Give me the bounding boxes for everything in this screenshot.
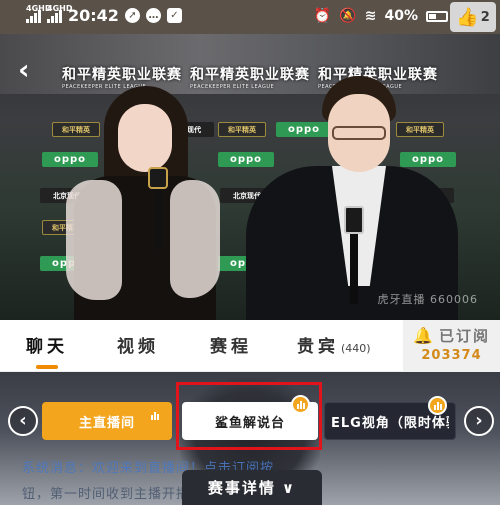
tab-vip-label: 贵宾 [297,337,339,357]
status-bar: 4GHD 4GHD 20:42 ➚ … ✓ ⏰ 🔕 ≋ 40% 👍 2 [0,0,500,34]
host-female-sleeve [170,180,220,298]
alarm-icon: ⏰ [313,8,332,24]
audio-level-icon [428,396,447,415]
signal-icon-2: 4GHD [47,4,72,23]
signal-icon-1: 4GHD [26,4,51,23]
mute-icon: 🔕 [339,8,357,24]
mail-icon: ✓ [166,8,182,23]
channel-label: ELG视角（限时体验） [331,415,449,431]
like-count: 2 [480,9,490,25]
microphone-icon [344,206,364,234]
channel-label: 主直播间 [78,415,135,431]
audio-level-icon [145,404,164,423]
subscribe-button[interactable]: 🔔 已订阅 203374 [403,320,500,372]
tab-video[interactable]: 视频 [117,332,159,357]
video-player[interactable]: 和平精英职业联赛 PEACEKEEPER ELITE LEAGUE 和平精英职业联… [0,34,500,320]
wifi-icon: ≋ [364,8,377,24]
vip-count: (440) [341,342,371,355]
chevron-left-icon[interactable]: ‹ [8,406,38,436]
channel-elg-view[interactable]: ELG视角（限时体验） [324,396,456,440]
sponsor-logo: oppo [42,152,98,167]
chevron-right-icon[interactable]: › [464,406,494,436]
subscribe-label: 已订阅 [438,327,490,345]
network-type-2: 4GHD [47,3,73,13]
sponsor-logo: 和平精英 [218,122,266,137]
tab-bar: 聊天 视频 赛程 贵宾 (440) 🔔 已订阅 203374 [0,320,500,372]
match-details-tab[interactable]: 赛事详情 ∨ [182,470,322,505]
tab-active-indicator [36,365,58,369]
host-female-sleeve [66,180,122,300]
sponsor-logo: 和平精英 [396,122,444,137]
microphone-handle [350,234,358,304]
microphone-icon [148,167,168,189]
host-female-face [118,104,172,172]
sponsor-logo: oppo [400,152,456,167]
subscriber-count: 203374 [421,348,482,363]
tab-chat[interactable]: 聊天 [26,332,68,357]
microphone-handle [154,189,162,249]
message-icon: … [145,8,161,23]
clock: 20:42 [68,6,119,25]
bell-icon: 🔔 [413,326,435,345]
chevron-down-icon: ∨ [281,478,297,497]
thumbs-up-icon: 👍 [456,6,479,28]
selection-highlight [176,382,322,450]
battery-icon [426,10,448,22]
sponsor-logo: oppo [276,122,332,137]
battery-percent: 40% [384,8,418,24]
like-badge[interactable]: 👍 2 [450,2,496,32]
channel-main-room[interactable]: 主直播间 [42,402,172,440]
back-arrow-icon[interactable]: ‹ [18,56,30,84]
compass-icon: ➚ [124,8,140,23]
match-details-label: 赛事详情 [207,479,276,497]
tab-schedule[interactable]: 赛程 [210,332,252,357]
sponsor-logo: oppo [218,152,274,167]
league-banner-left: 和平精英职业联赛 PEACEKEEPER ELITE LEAGUE [62,67,182,90]
tab-vip[interactable]: 贵宾 (440) [297,332,371,357]
sponsor-logo: 和平精英 [52,122,100,137]
glasses [332,126,386,140]
league-banner-center: 和平精英职业联赛 PEACEKEEPER ELITE LEAGUE [190,67,310,90]
watermark: 虎牙直播 660006 [377,293,478,306]
